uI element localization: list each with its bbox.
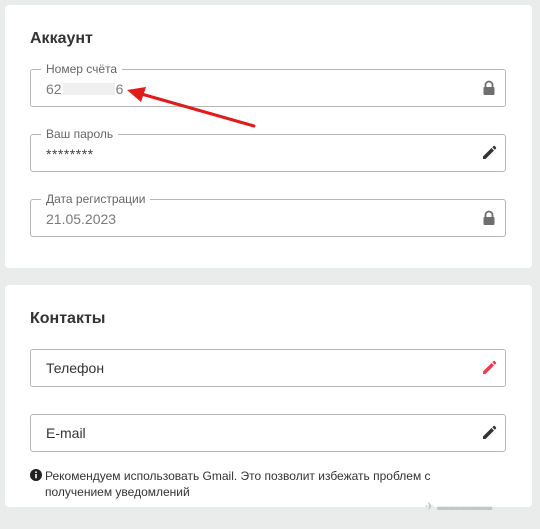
contacts-title: Контакты (30, 310, 106, 327)
account-card: Аккаунт Номер счёта 62 6 Ваш пароль *****… (5, 5, 532, 268)
pencil-icon[interactable] (481, 360, 497, 376)
watermark-logo: ✈ ▬▬▬▬▬ (425, 501, 493, 513)
password-field[interactable]: Ваш пароль ******** (30, 127, 506, 172)
registration-date-value: 21.05.2023 (46, 211, 117, 227)
contacts-card: Контакты Телефон E-mail Рекомендуем испо… (5, 285, 532, 507)
note-text: Рекомендуем использовать Gmail. Это позв… (45, 469, 431, 499)
password-value: ******** (46, 146, 94, 162)
account-number-value: 62 6 (46, 81, 124, 97)
email-field[interactable]: E-mail (30, 414, 506, 452)
pencil-icon[interactable] (481, 425, 497, 441)
registration-date-field: Дата регистрации 21.05.2023 (30, 192, 506, 237)
masked-region (62, 83, 115, 95)
phone-placeholder: Телефон (46, 360, 105, 376)
gmail-recommendation-note: Рекомендуем использовать Gmail. Это позв… (30, 468, 490, 500)
password-label: Ваш пароль (41, 127, 119, 141)
account-number-field: Номер счёта 62 6 (30, 62, 506, 107)
email-placeholder: E-mail (46, 425, 86, 441)
lock-icon (483, 210, 495, 225)
pencil-icon[interactable] (481, 145, 497, 161)
account-number-label: Номер счёта (41, 62, 123, 76)
phone-field[interactable]: Телефон (30, 349, 506, 387)
account-title: Аккаунт (30, 30, 93, 47)
lock-icon (483, 80, 495, 95)
info-icon (30, 469, 42, 481)
registration-date-label: Дата регистрации (41, 192, 151, 206)
